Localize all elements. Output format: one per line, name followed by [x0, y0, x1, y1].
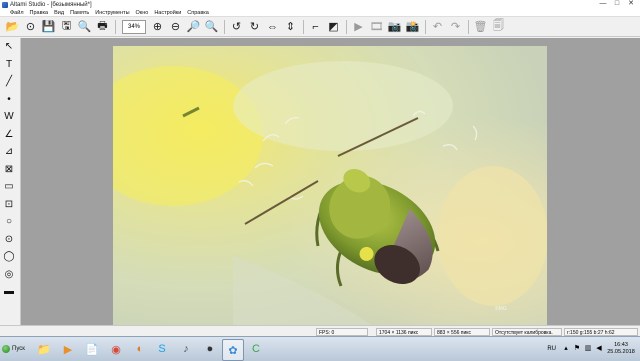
maximize-button[interactable]: □ [610, 0, 624, 8]
toolbar-divider [468, 19, 469, 34]
zoom-in-icon[interactable]: ⊕ [149, 18, 166, 35]
angle-3pt-tool-icon[interactable]: ⊿ [0, 143, 18, 161]
polygon-tool-icon[interactable]: ⊠ [0, 161, 18, 179]
volume-icon[interactable]: ◀ [595, 345, 603, 353]
menu-bar: Файл Правка Вид Память Инструменты Окно … [0, 9, 640, 17]
altami-studio-icon[interactable]: ✿ [222, 339, 244, 361]
stink-bug-photo: ©MG [113, 46, 547, 326]
start-label: Пуск [12, 346, 25, 352]
app-logo-icon [2, 1, 8, 8]
capture-icon[interactable]: 📷 [386, 18, 403, 35]
view-size-status: 883 × 556 пикс [434, 328, 490, 336]
documents-icon[interactable]: 📄 [82, 339, 102, 359]
window-title: Altami Studio - [безымянный*] [10, 1, 92, 8]
rotate-left-icon[interactable]: ↺ [228, 18, 245, 35]
chrome-icon[interactable]: ◉ [106, 339, 126, 359]
toolbar-divider [303, 19, 304, 34]
rectangle-tool-icon[interactable]: ▭ [0, 178, 18, 196]
delete-all-icon[interactable]: 🗐 [490, 18, 507, 35]
media-player-icon[interactable]: ▶ [58, 339, 78, 359]
toolbar-divider [115, 19, 116, 34]
zoom-out-icon[interactable]: ⊖ [167, 18, 184, 35]
play-icon[interactable]: ▶ [350, 18, 367, 35]
point-tool-icon[interactable]: • [0, 91, 18, 109]
flip-horizontal-icon[interactable]: ⇔ [264, 18, 281, 35]
menu-window[interactable]: Окно [136, 10, 149, 16]
microscope-image[interactable]: ©MG [113, 46, 547, 326]
windows-taskbar: Пуск 📁 ▶ 📄 ◉ ◐ S ♪ ◔ ● ✿ C RU ▴ ⚑ ▥ ◀ 16… [0, 336, 640, 361]
language-indicator[interactable]: RU [547, 346, 556, 352]
save-capture-icon[interactable]: ⊙ [22, 18, 39, 35]
toolbar-divider [346, 19, 347, 34]
record-app-icon[interactable]: ● [200, 339, 220, 359]
svg-text:©MG: ©MG [495, 305, 507, 312]
text-tool-icon[interactable]: T [0, 56, 18, 74]
image-canvas[interactable]: ©MG [21, 38, 640, 326]
action-center-icon[interactable]: ⚑ [573, 345, 581, 353]
system-tray: RU ▴ ⚑ ▥ ◀ 16:43 25.05.2018 [547, 337, 640, 361]
windows-logo-icon [2, 345, 10, 353]
delete-icon[interactable]: 🗑 [472, 18, 489, 35]
menu-settings[interactable]: Настройки [154, 10, 181, 16]
open-icon[interactable]: 📂 [4, 18, 21, 35]
network-icon[interactable]: ▥ [584, 345, 592, 353]
print-icon[interactable]: 🖶 [94, 18, 111, 35]
close-button[interactable]: ✕ [624, 0, 638, 8]
main-toolbar: 📂 ⊙ 💾 🖫 🔍 🖶 34% ⊕ ⊖ 🔎 🔍 ↺ ↻ ⇔ ⇕ ⌐ ◩ ▶ 🎞 … [0, 17, 640, 37]
crop-icon[interactable]: ⌐ [307, 18, 324, 35]
ring-tool-icon[interactable]: ◎ [0, 266, 18, 284]
zoom-fit-icon[interactable]: 🔎 [185, 18, 202, 35]
adjust-icon[interactable]: ◩ [325, 18, 342, 35]
find-icon[interactable]: 🔍 [76, 18, 93, 35]
image-size-status: 1704 × 1136 пикс [376, 328, 432, 336]
toolbar-divider [425, 19, 426, 34]
menu-file[interactable]: Файл [10, 10, 24, 16]
circle-center-tool-icon[interactable]: ⊙ [0, 231, 18, 249]
clock-time: 16:43 [614, 342, 628, 348]
angle-tool-icon[interactable]: ∠ [0, 126, 18, 144]
menu-edit[interactable]: Правка [30, 10, 49, 16]
measurement-tool-palette: ↖ T ╱ • W ∠ ⊿ ⊠ ▭ ⊡ ○ ⊙ ◯ ◎ ▬ [0, 38, 21, 336]
rotate-right-icon[interactable]: ↻ [246, 18, 263, 35]
window-controls: — □ ✕ [596, 0, 638, 8]
minimize-button[interactable]: — [596, 0, 610, 8]
clock-date: 25.05.2018 [607, 349, 635, 355]
start-button[interactable]: Пуск [2, 343, 30, 355]
flip-vertical-icon[interactable]: ⇕ [282, 18, 299, 35]
video-icon[interactable]: 🎞 [368, 18, 385, 35]
circle-tool-icon[interactable]: ○ [0, 213, 18, 231]
save-as-icon[interactable]: 🖫 [58, 18, 75, 35]
menu-view[interactable]: Вид [54, 10, 64, 16]
undo-icon[interactable]: ↶ [429, 18, 446, 35]
camtasia-icon[interactable]: C [246, 339, 266, 359]
save-icon[interactable]: 💾 [40, 18, 57, 35]
fps-status: FPS: 0 [316, 328, 368, 336]
menu-help[interactable]: Справка [187, 10, 209, 16]
ellipse-tool-icon[interactable]: ◯ [0, 248, 18, 266]
menu-memory[interactable]: Память [70, 10, 89, 16]
menu-tools[interactable]: Инструменты [95, 10, 129, 16]
firefox-icon[interactable]: ◐ [130, 339, 150, 359]
polyline-tool-icon[interactable]: W [0, 108, 18, 126]
skype-icon[interactable]: S [152, 339, 172, 359]
title-bar: Altami Studio - [безымянный*] — □ ✕ [0, 0, 640, 9]
zoom-tool-icon[interactable]: 🔍 [203, 18, 220, 35]
rect-select-tool-icon[interactable]: ⊡ [0, 196, 18, 214]
redo-icon[interactable]: ↷ [447, 18, 464, 35]
capture-series-icon[interactable]: 📸 [404, 18, 421, 35]
system-clock[interactable]: 16:43 25.05.2018 [606, 342, 636, 356]
calibration-status: Отсутствует калибровка. [492, 328, 562, 336]
toolbar-divider [224, 19, 225, 34]
select-arrow-icon[interactable]: ↖ [0, 38, 18, 56]
tray-arrow-icon[interactable]: ▴ [562, 345, 570, 353]
file-explorer-icon[interactable]: 📁 [34, 339, 54, 359]
zoom-level-field[interactable]: 34% [122, 19, 146, 34]
pixel-color-status: r:150 g:155 b:27 h:62 [564, 328, 638, 336]
line-tool-icon[interactable]: ╱ [0, 73, 18, 91]
audio-app-icon[interactable]: ♪ [176, 339, 196, 359]
scale-bar-tool-icon[interactable]: ▬ [0, 283, 18, 301]
